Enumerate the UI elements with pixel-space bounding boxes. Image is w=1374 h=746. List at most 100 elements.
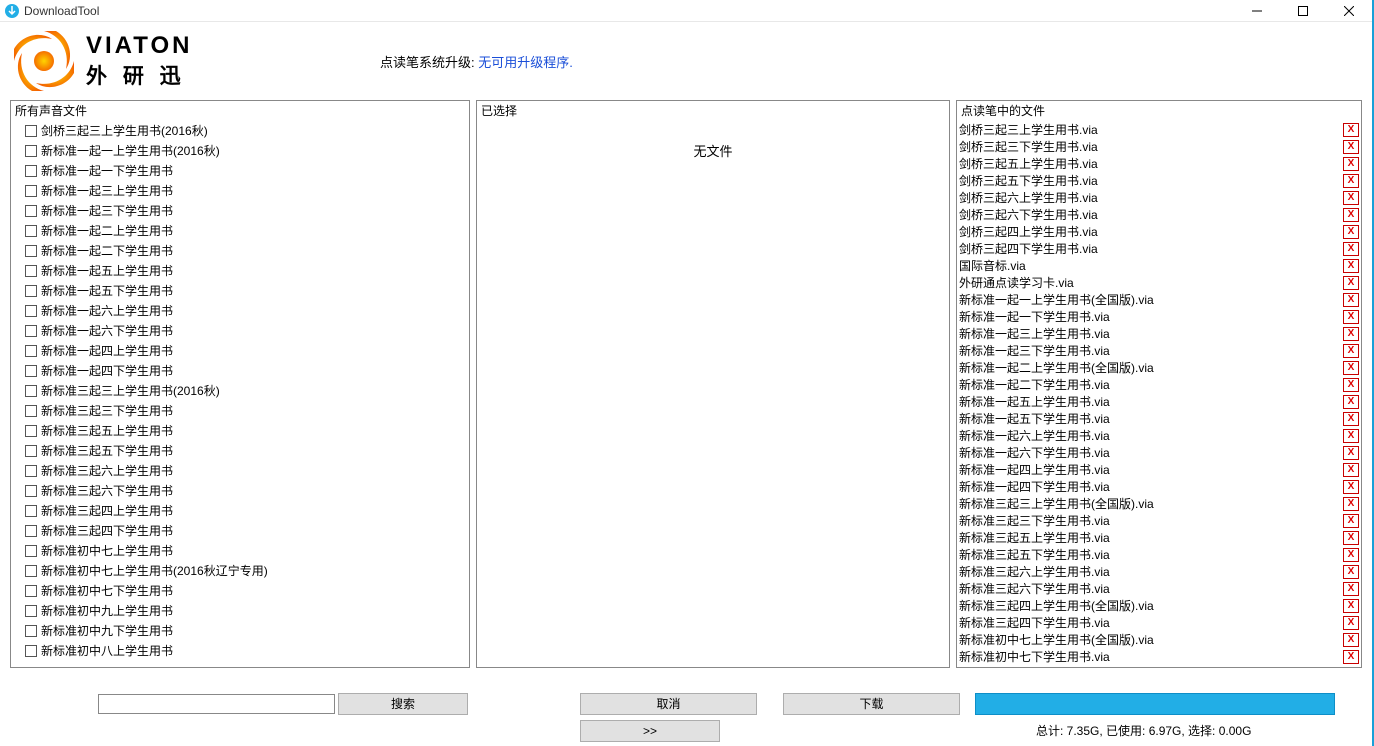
- list-item[interactable]: 剑桥三起三上学生用书(2016秋): [11, 121, 469, 141]
- list-item[interactable]: 新标准一起六上学生用书: [11, 301, 469, 321]
- list-item[interactable]: 新标准初中七下学生用书: [11, 581, 469, 601]
- list-item[interactable]: 新标准初中八上学生用书: [11, 641, 469, 661]
- delete-button[interactable]: X: [1343, 259, 1359, 273]
- pen-file-row[interactable]: 新标准三起四上学生用书(全国版).viaX: [957, 597, 1361, 614]
- pen-file-row[interactable]: 新标准一起二上学生用书(全国版).viaX: [957, 359, 1361, 376]
- list-item[interactable]: 新标准三起六上学生用书: [11, 461, 469, 481]
- move-right-button[interactable]: >>: [580, 720, 720, 742]
- checkbox[interactable]: [25, 325, 37, 337]
- delete-button[interactable]: X: [1343, 633, 1359, 647]
- delete-button[interactable]: X: [1343, 361, 1359, 375]
- pen-file-row[interactable]: 新标准一起六下学生用书.viaX: [957, 444, 1361, 461]
- pen-file-row[interactable]: 新标准初中七下学生用书.viaX: [957, 648, 1361, 665]
- delete-button[interactable]: X: [1343, 310, 1359, 324]
- pen-file-row[interactable]: 剑桥三起四上学生用书.viaX: [957, 223, 1361, 240]
- checkbox[interactable]: [25, 425, 37, 437]
- pen-file-row[interactable]: 新标准三起三上学生用书(全国版).viaX: [957, 495, 1361, 512]
- checkbox[interactable]: [25, 165, 37, 177]
- maximize-button[interactable]: [1280, 0, 1326, 22]
- list-item[interactable]: 新标准初中九下学生用书: [11, 621, 469, 641]
- delete-button[interactable]: X: [1343, 208, 1359, 222]
- pen-file-row[interactable]: 剑桥三起四下学生用书.viaX: [957, 240, 1361, 257]
- list-item[interactable]: 新标准一起一下学生用书: [11, 161, 469, 181]
- pen-file-row[interactable]: 外研通点读学习卡.viaX: [957, 274, 1361, 291]
- list-item[interactable]: 新标准初中九上学生用书: [11, 601, 469, 621]
- pen-files-list[interactable]: 剑桥三起三上学生用书.viaX剑桥三起三下学生用书.viaX剑桥三起五上学生用书…: [957, 121, 1361, 667]
- pen-file-row[interactable]: 剑桥三起六下学生用书.viaX: [957, 206, 1361, 223]
- delete-button[interactable]: X: [1343, 565, 1359, 579]
- list-item[interactable]: 新标准三起四上学生用书: [11, 501, 469, 521]
- pen-file-row[interactable]: 剑桥三起三上学生用书.viaX: [957, 121, 1361, 138]
- list-item[interactable]: 新标准三起三上学生用书(2016秋): [11, 381, 469, 401]
- list-item[interactable]: 新标准一起三上学生用书: [11, 181, 469, 201]
- checkbox[interactable]: [25, 545, 37, 557]
- checkbox[interactable]: [25, 525, 37, 537]
- delete-button[interactable]: X: [1343, 174, 1359, 188]
- list-item[interactable]: 新标准初中七上学生用书(2016秋辽宁专用): [11, 561, 469, 581]
- delete-button[interactable]: X: [1343, 293, 1359, 307]
- checkbox[interactable]: [25, 485, 37, 497]
- checkbox[interactable]: [25, 285, 37, 297]
- delete-button[interactable]: X: [1343, 327, 1359, 341]
- list-item[interactable]: 新标准一起四上学生用书: [11, 341, 469, 361]
- pen-file-row[interactable]: 国际音标.viaX: [957, 257, 1361, 274]
- pen-file-row[interactable]: 新标准三起五上学生用书.viaX: [957, 529, 1361, 546]
- checkbox[interactable]: [25, 125, 37, 137]
- pen-file-row[interactable]: 剑桥三起六上学生用书.viaX: [957, 189, 1361, 206]
- list-item[interactable]: 新标准一起三下学生用书: [11, 201, 469, 221]
- checkbox[interactable]: [25, 385, 37, 397]
- checkbox[interactable]: [25, 405, 37, 417]
- checkbox[interactable]: [25, 305, 37, 317]
- delete-button[interactable]: X: [1343, 582, 1359, 596]
- checkbox[interactable]: [25, 145, 37, 157]
- delete-button[interactable]: X: [1343, 344, 1359, 358]
- list-item[interactable]: 新标准初中七上学生用书: [11, 541, 469, 561]
- pen-file-row[interactable]: 剑桥三起五上学生用书.viaX: [957, 155, 1361, 172]
- delete-button[interactable]: X: [1343, 599, 1359, 613]
- checkbox[interactable]: [25, 245, 37, 257]
- pen-file-row[interactable]: 新标准一起一下学生用书.viaX: [957, 308, 1361, 325]
- pen-file-row[interactable]: 新标准一起三上学生用书.viaX: [957, 325, 1361, 342]
- checkbox[interactable]: [25, 225, 37, 237]
- delete-button[interactable]: X: [1343, 191, 1359, 205]
- delete-button[interactable]: X: [1343, 531, 1359, 545]
- checkbox[interactable]: [25, 465, 37, 477]
- list-item[interactable]: 新标准一起四下学生用书: [11, 361, 469, 381]
- delete-button[interactable]: X: [1343, 514, 1359, 528]
- checkbox[interactable]: [25, 645, 37, 657]
- delete-button[interactable]: X: [1343, 650, 1359, 664]
- pen-file-row[interactable]: 新标准一起三下学生用书.viaX: [957, 342, 1361, 359]
- delete-button[interactable]: X: [1343, 242, 1359, 256]
- delete-button[interactable]: X: [1343, 497, 1359, 511]
- list-item[interactable]: 新标准一起五上学生用书: [11, 261, 469, 281]
- checkbox[interactable]: [25, 605, 37, 617]
- all-files-list[interactable]: 剑桥三起三上学生用书(2016秋)新标准一起一上学生用书(2016秋)新标准一起…: [11, 121, 469, 667]
- delete-button[interactable]: X: [1343, 395, 1359, 409]
- list-item[interactable]: 新标准三起四下学生用书: [11, 521, 469, 541]
- pen-file-row[interactable]: 新标准一起四上学生用书.viaX: [957, 461, 1361, 478]
- delete-button[interactable]: X: [1343, 446, 1359, 460]
- delete-button[interactable]: X: [1343, 463, 1359, 477]
- search-button[interactable]: 搜索: [338, 693, 468, 715]
- delete-button[interactable]: X: [1343, 429, 1359, 443]
- cancel-button[interactable]: 取消: [580, 693, 757, 715]
- delete-button[interactable]: X: [1343, 140, 1359, 154]
- close-button[interactable]: [1326, 0, 1372, 22]
- checkbox[interactable]: [25, 445, 37, 457]
- pen-file-row[interactable]: 新标准三起五下学生用书.viaX: [957, 546, 1361, 563]
- pen-file-row[interactable]: 新标准一起五下学生用书.viaX: [957, 410, 1361, 427]
- checkbox[interactable]: [25, 205, 37, 217]
- pen-file-row[interactable]: 新标准三起三下学生用书.viaX: [957, 512, 1361, 529]
- minimize-button[interactable]: [1234, 0, 1280, 22]
- list-item[interactable]: 新标准三起五上学生用书: [11, 421, 469, 441]
- delete-button[interactable]: X: [1343, 616, 1359, 630]
- download-button[interactable]: 下载: [783, 693, 960, 715]
- pen-file-row[interactable]: 新标准三起六上学生用书.viaX: [957, 563, 1361, 580]
- pen-file-row[interactable]: 新标准三起四下学生用书.viaX: [957, 614, 1361, 631]
- delete-button[interactable]: X: [1343, 378, 1359, 392]
- list-item[interactable]: 新标准一起五下学生用书: [11, 281, 469, 301]
- delete-button[interactable]: X: [1343, 157, 1359, 171]
- list-item[interactable]: 新标准三起六下学生用书: [11, 481, 469, 501]
- checkbox[interactable]: [25, 185, 37, 197]
- pen-file-row[interactable]: 新标准一起一上学生用书(全国版).viaX: [957, 291, 1361, 308]
